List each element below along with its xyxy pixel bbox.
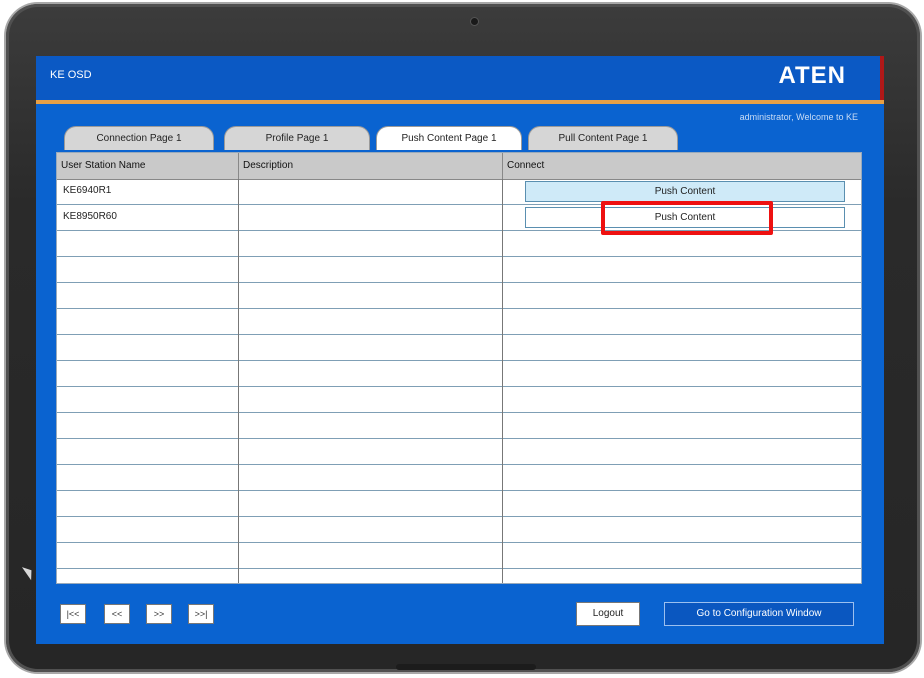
- osd-screen: KE OSD ATEN administrator, Welcome to KE…: [36, 56, 884, 644]
- column-header-description[interactable]: Description: [239, 153, 503, 179]
- empty-table-row: [57, 387, 861, 413]
- connect-cell: Push Content: [503, 179, 861, 205]
- tab-push-content-page[interactable]: Push Content Page 1: [376, 126, 522, 150]
- empty-table-row: [57, 283, 861, 309]
- empty-table-row: [57, 335, 861, 361]
- first-page-button[interactable]: |<<: [60, 604, 86, 624]
- last-page-button[interactable]: >>|: [188, 604, 214, 624]
- push-content-button[interactable]: Push Content: [525, 181, 845, 202]
- camera-dot: [471, 18, 478, 25]
- empty-table-row: [57, 543, 861, 569]
- logo-accent-bar: [880, 56, 884, 100]
- empty-table-row: [57, 361, 861, 387]
- station-table: User Station Name Description Connect KE…: [56, 152, 862, 584]
- empty-table-row: [57, 517, 861, 543]
- next-page-button[interactable]: >>: [146, 604, 172, 624]
- empty-table-row: [57, 309, 861, 335]
- description-cell: [239, 179, 503, 205]
- tab-connection-page[interactable]: Connection Page 1: [64, 126, 214, 150]
- previous-page-button[interactable]: <<: [104, 604, 130, 624]
- station-name-cell: KE6940R1: [57, 179, 239, 205]
- empty-table-row: [57, 231, 861, 257]
- configuration-window-button[interactable]: Go to Configuration Window: [664, 602, 854, 626]
- empty-table-row: [57, 569, 861, 583]
- table-row[interactable]: KE8950R60 Push Content: [57, 205, 861, 231]
- mouse-cursor-icon: [21, 563, 37, 581]
- column-header-connect[interactable]: Connect: [503, 153, 861, 179]
- empty-table-row: [57, 413, 861, 439]
- title-bar: KE OSD ATEN: [36, 56, 884, 104]
- empty-table-row: [57, 439, 861, 465]
- tablet-bottom-bar: [396, 664, 536, 670]
- push-content-button[interactable]: Push Content: [525, 207, 845, 228]
- connect-cell: Push Content: [503, 205, 861, 231]
- description-cell: [239, 205, 503, 231]
- logout-button[interactable]: Logout: [576, 602, 640, 626]
- welcome-text: administrator, Welcome to KE: [739, 112, 858, 122]
- table-row[interactable]: KE6940R1 Push Content: [57, 179, 861, 205]
- empty-table-row: [57, 491, 861, 517]
- app-title: KE OSD: [50, 69, 92, 81]
- tab-pull-content-page[interactable]: Pull Content Page 1: [528, 126, 678, 150]
- table-header: User Station Name Description Connect: [57, 153, 861, 180]
- empty-table-row: [57, 257, 861, 283]
- tablet-frame: KE OSD ATEN administrator, Welcome to KE…: [6, 4, 920, 672]
- aten-logo: ATEN: [778, 62, 846, 89]
- station-name-cell: KE8950R60: [57, 205, 239, 231]
- column-header-user-station-name[interactable]: User Station Name: [57, 153, 239, 179]
- tab-profile-page[interactable]: Profile Page 1: [224, 126, 370, 150]
- empty-table-row: [57, 465, 861, 491]
